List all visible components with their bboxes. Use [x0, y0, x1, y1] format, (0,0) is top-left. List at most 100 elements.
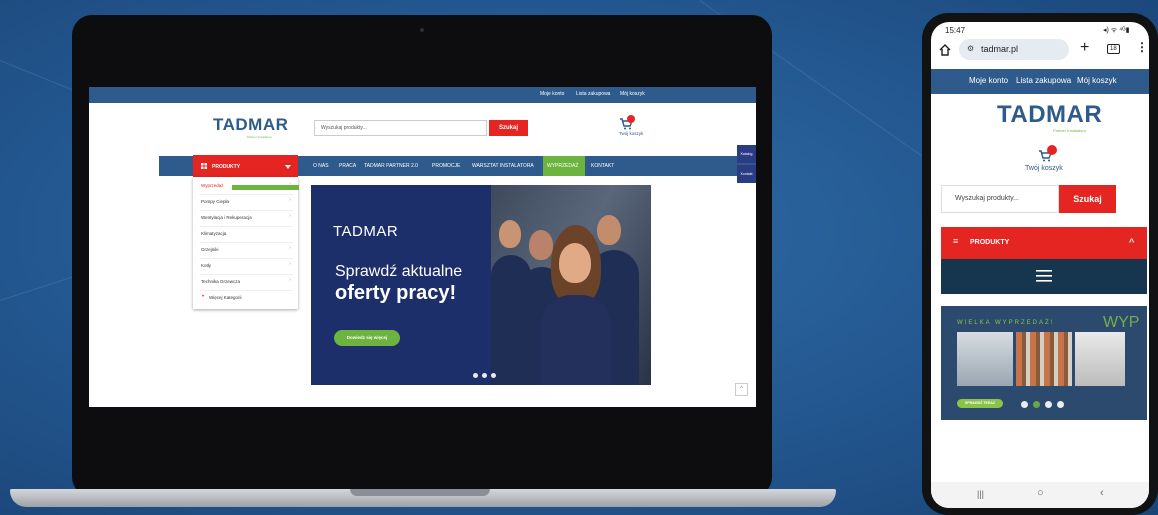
nav-link-jobs[interactable]: PRACA — [339, 163, 356, 169]
phone-banner-title: WIELKA WYPRZEDAŻ! — [957, 320, 1055, 326]
chevron-up-icon: ^ — [1129, 237, 1135, 247]
top-account-bar: Moje konto Lista zakupowa Mój koszyk — [89, 87, 756, 103]
phone-sale-banner[interactable]: WIELKA WYPRZEDAŻ! WYP SPRAWDŹ TERAZ — [941, 306, 1147, 420]
phone-topbar-link-cart[interactable]: Mój koszyk — [1077, 76, 1117, 85]
banner-accent-strip — [232, 185, 299, 190]
side-tab-contact[interactable]: Kontakt — [737, 165, 756, 183]
phone-carousel-dot[interactable] — [1045, 401, 1052, 408]
category-item-ventilation[interactable]: Wentylacja i Rekuperacja — [201, 215, 252, 220]
chevron-right-icon: › — [289, 245, 291, 251]
nav-link-promotions[interactable]: PROMOCJE — [432, 163, 460, 169]
nav-link-workshop[interactable]: WARSZTAT INSTALATORA — [472, 163, 534, 169]
banner-cta-button[interactable]: Dowiedz się więcej — [334, 330, 400, 346]
laptop-notch — [350, 489, 490, 496]
search-placeholder: Wyszukaj produkty... — [321, 125, 367, 131]
carousel-dot[interactable] — [473, 373, 478, 378]
category-divider — [199, 274, 293, 275]
topbar-link-cart[interactable]: Mój koszyk — [620, 91, 645, 97]
chevron-right-icon: › — [289, 277, 291, 283]
status-icons: ◂) ᯤ ⁴ᴳ▮ — [1103, 27, 1130, 34]
phone-banner-cta[interactable]: SPRAWDŹ TERAZ — [957, 399, 1003, 408]
category-divider — [199, 194, 293, 195]
site-settings-icon: ⚙ — [967, 44, 975, 53]
category-divider — [199, 210, 293, 211]
overflow-menu-icon[interactable]: ⋮ — [1136, 40, 1148, 54]
nav-link-contact[interactable]: KONTAKT — [591, 163, 614, 169]
category-divider — [199, 242, 293, 243]
chevron-right-icon: › — [289, 197, 291, 203]
category-divider — [199, 258, 293, 259]
category-item-air-conditioning[interactable]: Klimatyzacja — [201, 231, 226, 236]
person-face — [499, 220, 521, 248]
phone-search-button[interactable]: Szukaj — [1059, 185, 1116, 213]
phone-search-input[interactable]: Wyszukaj produkty... — [941, 185, 1059, 213]
plus-icon: • — [202, 294, 205, 300]
category-item-sale[interactable]: Wyprzedaż — [201, 183, 223, 188]
topbar-link-account[interactable]: Moje konto — [540, 91, 564, 97]
product-image-bathroom — [957, 332, 1013, 386]
search-button[interactable]: Szukaj — [489, 120, 528, 136]
chevron-right-icon: › — [289, 213, 291, 219]
cart-label[interactable]: Twój koszyk — [619, 131, 643, 136]
category-item-radiators[interactable]: Grzejniki — [201, 247, 219, 252]
phone-carousel-dot[interactable] — [1057, 401, 1064, 408]
site-logo[interactable]: TADMAR — [213, 115, 288, 135]
nav-link-partner[interactable]: TADMAR PARTNER 2.0 — [364, 163, 418, 169]
phone-hamburger-bar[interactable] — [941, 259, 1147, 294]
carousel-dot[interactable] — [482, 373, 487, 378]
banner-headline-line1: Sprawdź aktualne — [335, 263, 463, 280]
hero-banner[interactable]: TADMAR Sprawdź aktualne oferty pracy! — [311, 185, 651, 385]
phone-carousel-dot-active[interactable] — [1033, 401, 1040, 408]
person-face — [559, 243, 591, 283]
phone-carousel-dot[interactable] — [1021, 401, 1028, 408]
search-input[interactable]: Wyszukaj produkty... — [314, 120, 487, 136]
address-url: tadmar.pl — [981, 44, 1019, 54]
nav-link-sale[interactable]: WYPRZEDAŻ — [547, 163, 578, 169]
home-button-icon[interactable]: ○ — [1037, 487, 1044, 499]
grid-icon — [201, 163, 207, 169]
banner-headline-line2: oferty pracy! — [335, 282, 457, 304]
banner-logo: TADMAR — [333, 223, 399, 240]
back-icon[interactable]: ‹ — [1100, 487, 1104, 499]
category-divider — [199, 226, 293, 227]
phone-products-label: PRODUKTY — [970, 239, 1010, 246]
products-menu-label: PRODUKTY — [212, 164, 241, 170]
new-tab-icon[interactable]: + — [1080, 39, 1089, 57]
topbar-link-shopping-list[interactable]: Lista zakupowa — [576, 91, 610, 97]
status-time: 15:47 — [945, 26, 966, 35]
phone-topbar-link-account[interactable]: Moje konto — [969, 76, 1008, 85]
phone-cart-badge — [1047, 145, 1057, 155]
phone-banner-side-text: WYP — [1103, 314, 1140, 331]
phone-site-logo[interactable]: TADMAR — [997, 101, 1102, 129]
laptop-camera — [420, 28, 424, 32]
phone-products-menu-button[interactable]: ≡ PRODUKTY ^ — [941, 227, 1147, 259]
menu-icon: ≡ — [953, 236, 959, 246]
site-logo-tagline: Partner Instalatora — [247, 135, 272, 139]
android-nav-bar: ||| ○ ‹ — [931, 482, 1149, 508]
cart-badge — [627, 115, 635, 123]
category-divider — [199, 290, 293, 291]
person-face — [529, 230, 553, 260]
category-item-more[interactable]: Więcej Kategorii — [209, 295, 242, 300]
products-menu-button[interactable]: PRODUKTY — [193, 155, 298, 177]
category-item-heat-pumps[interactable]: Pompy Ciepła — [201, 199, 229, 204]
category-item-heating[interactable]: Technika Grzewcza — [201, 279, 240, 284]
phone-search-placeholder: Wyszukaj produkty... — [955, 195, 1019, 202]
address-bar[interactable]: ⚙ tadmar.pl — [959, 39, 1069, 60]
category-dropdown: Wyprzedaż › Pompy Ciepła › Wentylacja i … — [193, 177, 298, 309]
side-tab-catalog[interactable]: Katalog — [737, 145, 756, 163]
carousel-dot[interactable] — [491, 373, 496, 378]
phone-topbar-link-shopping-list[interactable]: Lista zakupowa — [1016, 76, 1071, 85]
category-item-boilers[interactable]: Kotły — [201, 263, 211, 268]
person-face — [597, 215, 621, 245]
person-shirt — [541, 295, 611, 385]
scroll-to-top-button[interactable]: ^ — [735, 383, 748, 396]
recent-apps-icon[interactable]: ||| — [977, 489, 984, 499]
tab-count-button[interactable]: 18 — [1107, 44, 1120, 54]
team-photo — [491, 185, 651, 385]
product-image-boiler — [1075, 332, 1125, 386]
chevron-right-icon: › — [289, 261, 291, 267]
phone-cart-label[interactable]: Twój koszyk — [1025, 165, 1063, 172]
nav-link-about[interactable]: O NAS — [313, 163, 329, 169]
home-icon[interactable] — [939, 43, 951, 61]
